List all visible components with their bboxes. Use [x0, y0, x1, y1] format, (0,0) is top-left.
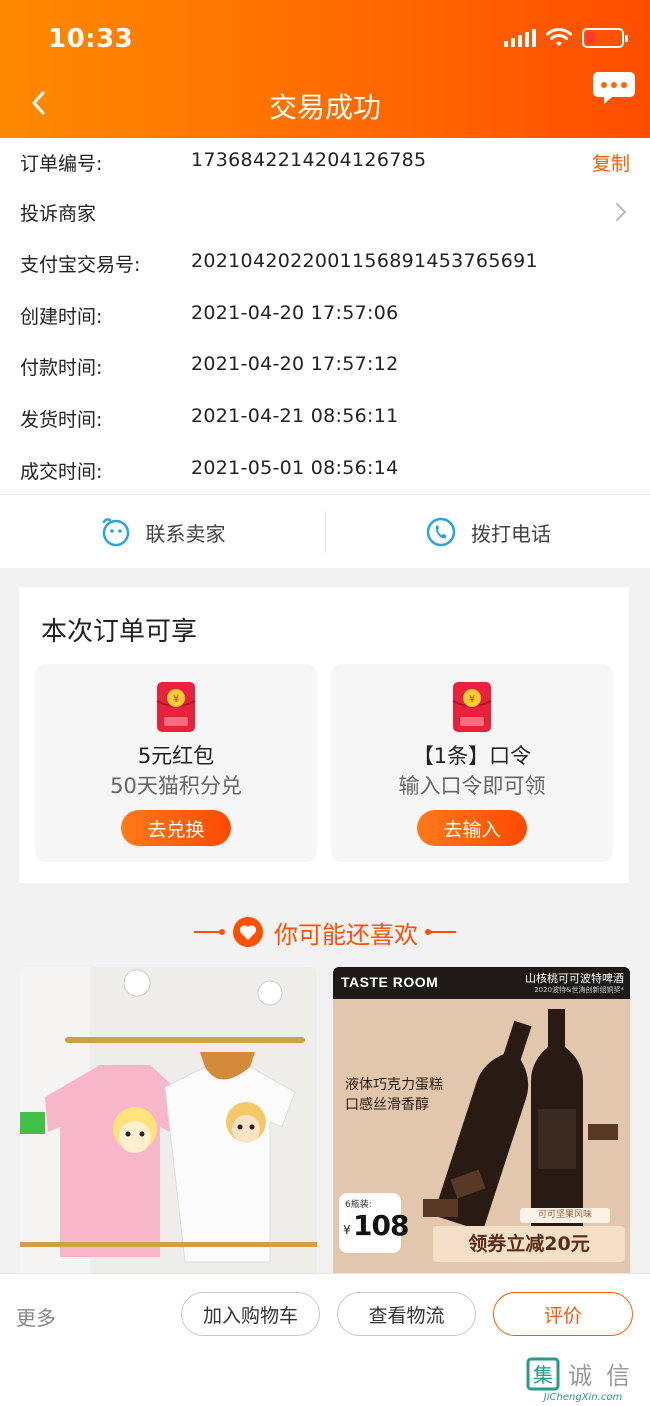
wifi-icon	[546, 28, 572, 46]
created-row: 创建时间: 2021-04-20 17:57:06	[0, 296, 650, 328]
paid-label: 付款时间:	[20, 357, 103, 379]
message-more-icon[interactable]	[592, 68, 636, 108]
contact-seller-label: 联系卖家	[145, 521, 226, 546]
created-value: 2021-04-20 17:57:06	[191, 302, 399, 324]
shipped-row: 发货时间: 2021-04-21 08:56:11	[0, 399, 650, 431]
benefits-title: 本次订单可享	[41, 617, 198, 647]
alipay-label: 支付宝交易号:	[20, 254, 141, 276]
svg-text:诚: 诚	[568, 1362, 592, 1390]
svg-text:集: 集	[533, 1363, 553, 1387]
brand-label: TASTE ROOM	[341, 974, 439, 990]
award-text: 2020波特&世涛创新组铜奖*	[534, 986, 624, 994]
battery-icon	[582, 28, 628, 48]
shipped-label: 发货时间:	[20, 409, 103, 431]
benefit-card: ¥ 5元红包 50天猫积分兑 去兑换	[35, 664, 317, 862]
view-logistics-button[interactable]: 查看物流	[337, 1292, 476, 1336]
benefit-subtitle-1: 50天猫积分兑	[110, 774, 242, 798]
price-value: 108	[353, 1209, 409, 1242]
currency-symbol: ¥	[343, 1223, 351, 1237]
completed-row: 成交时间: 2021-05-01 08:56:14	[0, 451, 650, 483]
benefit-title-2: 【1条】口令	[412, 744, 532, 768]
page-title: 交易成功	[268, 91, 381, 124]
alipay-value: 2021042022001156891453765691	[191, 250, 538, 272]
add-to-cart-button[interactable]: 加入购物车	[181, 1292, 320, 1336]
slogan-line-1: 液体巧克力蛋糕	[345, 1077, 443, 1093]
shipped-value: 2021-04-21 08:56:11	[191, 405, 399, 427]
svg-text:¥: ¥	[469, 694, 475, 705]
benefit-card: ¥ 【1条】口令 输入口令即可领 去输入	[331, 664, 613, 862]
recommend-heading: 你可能还喜欢	[0, 910, 650, 954]
flavor-tag: 可可坚果风味	[520, 1208, 610, 1223]
watermark-logo: 集 诚 信 JiChengXin.com	[524, 1355, 642, 1405]
order-number-value: 1736842214204126785	[191, 149, 427, 171]
status-icons	[504, 28, 628, 48]
contact-seller-button[interactable]: 联系卖家	[0, 495, 325, 569]
completed-label: 成交时间:	[20, 461, 103, 483]
order-number-row: 订单编号: 1736842214204126785 复制	[0, 143, 650, 176]
chat-face-icon	[102, 518, 129, 547]
paid-value: 2021-04-20 17:57:12	[191, 353, 399, 375]
benefit-subtitle-2: 输入口令即可领	[398, 774, 546, 798]
input-code-button[interactable]: 去输入	[417, 810, 527, 846]
slogan-line-2: 口感丝滑香醇	[345, 1097, 429, 1113]
completed-value: 2021-05-01 08:56:14	[191, 457, 399, 479]
decor-line	[425, 929, 456, 935]
complaint-label: 投诉商家	[20, 203, 97, 225]
call-label: 拨打电话	[471, 521, 551, 546]
svg-text:信: 信	[606, 1362, 630, 1390]
call-button[interactable]: 拨打电话	[326, 495, 650, 569]
price-badge: 6瓶装: ¥ 108	[339, 1193, 409, 1253]
alipay-row: 支付宝交易号: 2021042022001156891453765691	[0, 244, 650, 276]
benefit-title-1: 5元红包	[137, 744, 215, 768]
svg-text:¥: ¥	[173, 694, 179, 705]
watermark-text: JiChengXin.com	[543, 1392, 623, 1403]
watermark-icon: 集 诚 信	[526, 1357, 630, 1391]
heart-icon	[233, 917, 263, 947]
product-name: 山核桃可可波特啤酒	[525, 972, 624, 985]
recommend-title: 你可能还喜欢	[274, 920, 418, 949]
red-packet-icon: ¥	[156, 682, 196, 732]
contact-bar: 联系卖家 拨打电话	[0, 494, 650, 568]
signal-icon	[504, 29, 536, 47]
chevron-right-icon	[616, 203, 627, 221]
order-number-label: 订单编号:	[20, 153, 103, 175]
tshirt-product-image	[20, 967, 317, 1273]
product-card[interactable]: TASTE ROOM 山核桃可可波特啤酒 2020波特&世涛创新组铜奖* 液体巧…	[333, 967, 630, 1273]
coupon-banner[interactable]: 领券立减20元	[433, 1226, 625, 1262]
more-button[interactable]: 更多	[16, 1302, 56, 1331]
phone-icon	[426, 517, 456, 547]
rate-button[interactable]: 评价	[493, 1292, 633, 1336]
decor-line	[194, 929, 225, 935]
paid-row: 付款时间: 2021-04-20 17:57:12	[0, 347, 650, 379]
copy-button[interactable]: 复制	[592, 149, 630, 176]
red-packet-icon: ¥	[452, 682, 492, 732]
order-info-panel: 订单编号: 1736842214204126785 复制 投诉商家 支付宝交易号…	[0, 138, 650, 494]
redeem-button[interactable]: 去兑换	[121, 810, 231, 846]
status-time: 10:33	[48, 24, 134, 54]
benefits-panel: 本次订单可享 ¥ 5元红包 50天猫积分兑 去兑换 ¥ 【1条】口令 输入口令即…	[19, 587, 629, 883]
created-label: 创建时间:	[20, 306, 103, 328]
header-bar: 10:33 交易成功	[0, 0, 650, 138]
complaint-row[interactable]: 投诉商家	[0, 193, 650, 225]
product-card[interactable]	[20, 967, 317, 1273]
